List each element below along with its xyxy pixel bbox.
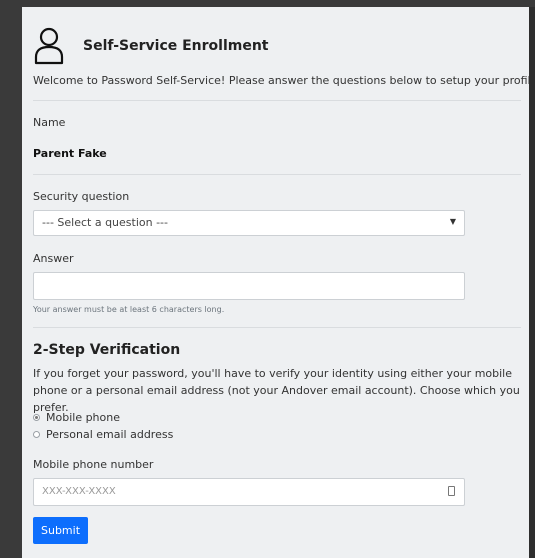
radio-label: Personal email address: [46, 428, 174, 441]
two-step-heading: 2-Step Verification: [33, 342, 181, 358]
radio-personal-email[interactable]: Personal email address: [33, 428, 173, 441]
user-icon: [34, 27, 64, 65]
two-step-description: If you forget your password, you'll have…: [33, 367, 520, 414]
submit-button[interactable]: Submit: [33, 517, 88, 544]
radio-selected-icon: [33, 414, 40, 421]
enrollment-panel: Self-Service Enrollment Welcome to Passw…: [22, 7, 535, 558]
radio-mobile-phone[interactable]: Mobile phone: [33, 411, 120, 424]
phone-input[interactable]: XXX-XXX-XXXX: [33, 478, 465, 506]
radio-label: Mobile phone: [46, 411, 121, 424]
security-question-label: Security question: [33, 190, 130, 203]
answer-help-text: Your answer must be at least 6 character…: [33, 305, 225, 314]
security-question-value: --- Select a question ---: [42, 216, 169, 229]
divider: [33, 327, 521, 328]
phone-icon: [448, 486, 455, 496]
name-label: Name: [33, 116, 66, 129]
divider: [33, 100, 521, 101]
page-header: Self-Service Enrollment: [34, 27, 269, 65]
page-title: Self-Service Enrollment: [83, 38, 269, 54]
name-value: Parent Fake: [33, 147, 107, 160]
answer-label: Answer: [33, 252, 74, 265]
answer-input[interactable]: [33, 272, 465, 300]
phone-placeholder: XXX-XXX-XXXX: [42, 486, 116, 497]
radio-unselected-icon: [33, 431, 40, 438]
divider: [33, 174, 521, 175]
scrollbar[interactable]: [529, 7, 535, 558]
phone-label: Mobile phone number: [33, 458, 154, 471]
welcome-text: Welcome to Password Self-Service! Please…: [33, 74, 535, 87]
security-question-select[interactable]: --- Select a question --- ▼: [33, 210, 465, 236]
chevron-down-icon: ▼: [449, 217, 456, 226]
